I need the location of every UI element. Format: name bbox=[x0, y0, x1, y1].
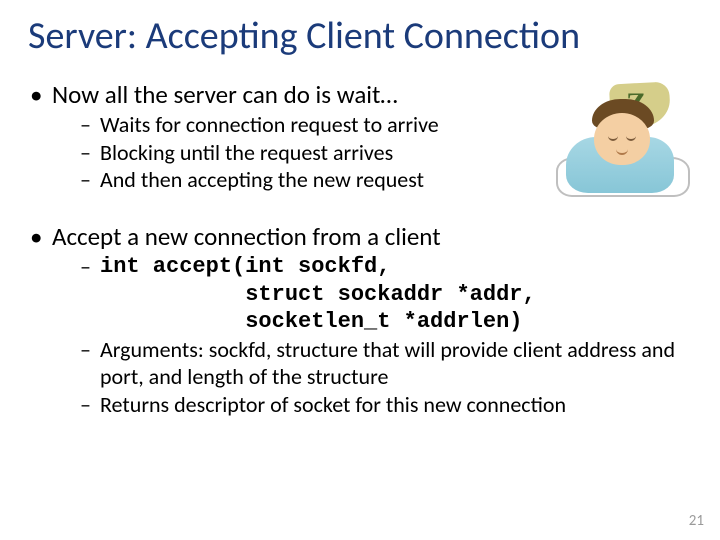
eye-icon bbox=[608, 135, 618, 141]
bullet-level2: Arguments: sockfd, structure that will p… bbox=[80, 336, 692, 391]
code-line: socketlen_t *addrlen) bbox=[100, 309, 522, 334]
bullet-level2-code: int accept(int sockfd, struct sockaddr *… bbox=[80, 253, 692, 336]
slide: Server: Accepting Client Connection Now … bbox=[0, 0, 720, 540]
code-line: int accept(int sockfd, bbox=[100, 254, 390, 279]
bullet-text: Accept a new connection from a client bbox=[52, 221, 441, 252]
bullet-level2: Returns descriptor of socket for this ne… bbox=[80, 391, 692, 419]
head-icon bbox=[594, 113, 650, 165]
sleeping-illustration: Z bbox=[552, 85, 692, 203]
eye-icon bbox=[626, 135, 636, 141]
bullet-text: Now all the server can do is wait… bbox=[52, 79, 398, 110]
slide-number: 21 bbox=[689, 512, 704, 530]
mouth-icon bbox=[616, 147, 628, 155]
code-line: struct sockaddr *addr, bbox=[100, 282, 536, 307]
slide-title: Server: Accepting Client Connection bbox=[28, 16, 692, 58]
bullet-level1: Accept a new connection from a client in… bbox=[28, 222, 692, 419]
